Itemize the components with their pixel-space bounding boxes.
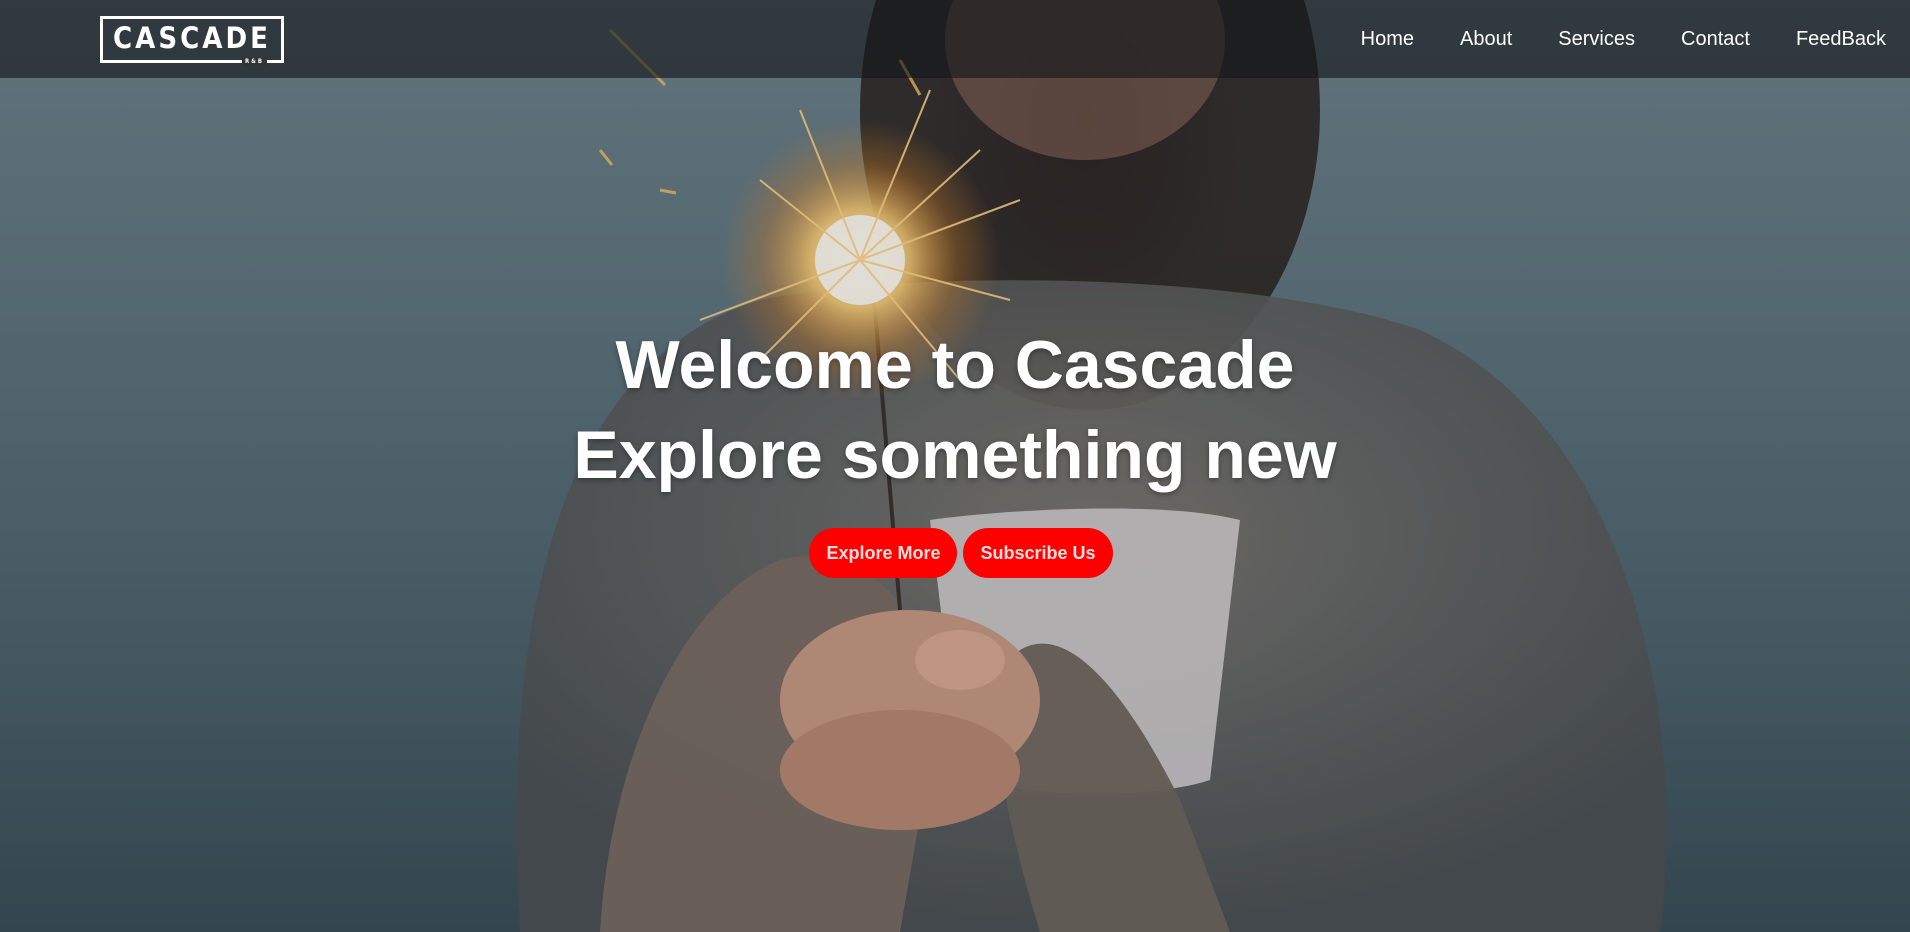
cascade-logo[interactable]: CASCADE R&B xyxy=(100,15,284,66)
nav-link-home[interactable]: Home xyxy=(1361,0,1414,78)
nav-link-services[interactable]: Services xyxy=(1558,0,1635,78)
subscribe-us-button[interactable]: Subscribe Us xyxy=(963,528,1113,578)
nav-link-contact[interactable]: Contact xyxy=(1681,0,1750,78)
nav-menu: Home About Services Contact FeedBack xyxy=(1315,0,1886,78)
hero-actions: Explore More Subscribe Us xyxy=(0,528,1910,578)
logo-text: CASCADE xyxy=(113,20,271,55)
page: CASCADE R&B Home About Services Contact … xyxy=(0,0,1910,932)
hero-title-line-2: Explore something new xyxy=(573,417,1337,493)
hero-title-line-1: Welcome to Cascade xyxy=(615,327,1295,403)
logo-subtext: R&B xyxy=(241,56,267,66)
nav-link-about[interactable]: About xyxy=(1460,0,1512,78)
hero-section: Welcome to Cascade Explore something new… xyxy=(0,320,1910,578)
top-navbar: CASCADE R&B Home About Services Contact … xyxy=(0,0,1910,78)
explore-more-button[interactable]: Explore More xyxy=(809,528,958,578)
hero-title: Welcome to Cascade Explore something new xyxy=(0,320,1910,500)
nav-link-feedback[interactable]: FeedBack xyxy=(1796,0,1886,78)
